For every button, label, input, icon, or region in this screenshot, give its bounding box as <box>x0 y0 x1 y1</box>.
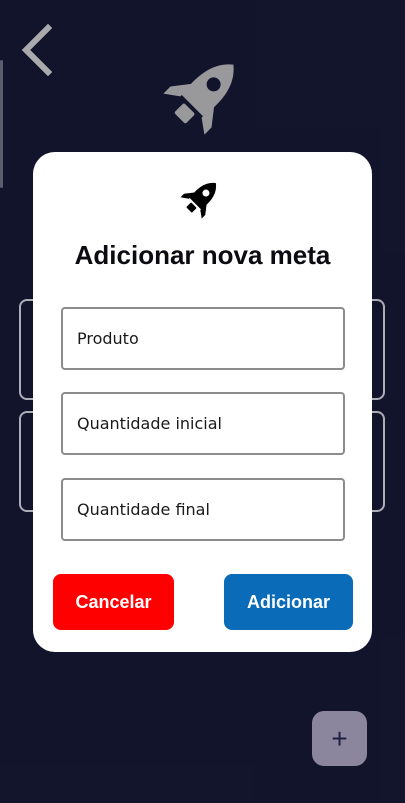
rocket-icon <box>180 182 217 219</box>
add-goal-dialog: Adicionar nova meta Cancelar Adicionar <box>33 152 372 652</box>
initial-quantity-field[interactable] <box>61 392 345 455</box>
product-field[interactable] <box>61 307 345 370</box>
dialog-title: Adicionar nova meta <box>74 240 331 270</box>
cancel-button[interactable]: Cancelar <box>53 574 174 630</box>
final-quantity-field[interactable] <box>61 478 345 541</box>
add-button[interactable]: Adicionar <box>224 574 353 630</box>
